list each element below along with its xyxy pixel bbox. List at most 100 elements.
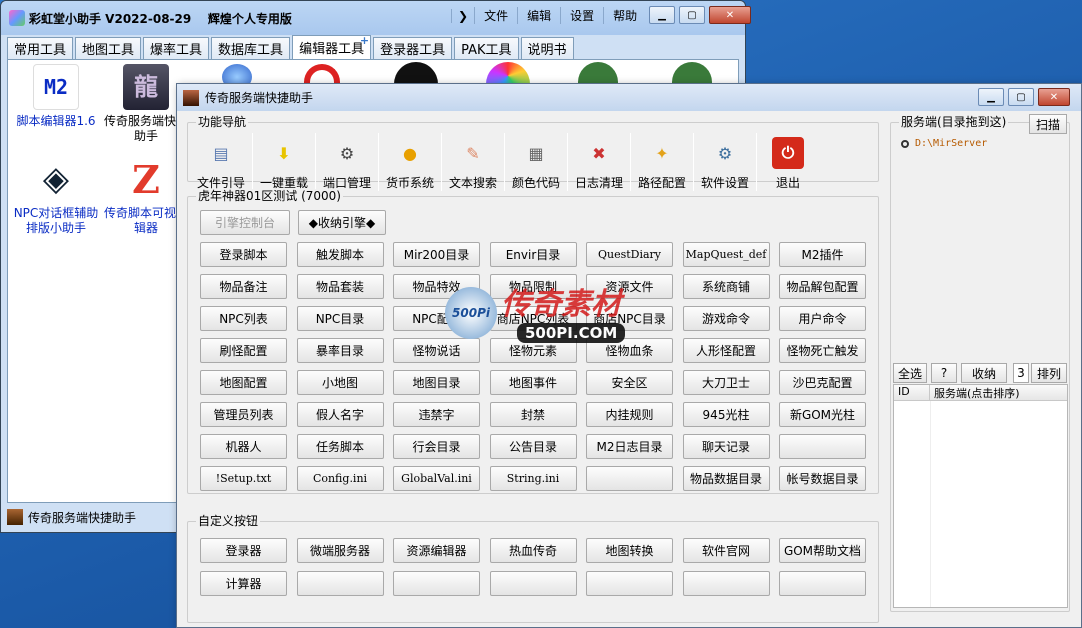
function-button[interactable]: 机器人 — [200, 434, 287, 459]
function-button[interactable]: 物品数据目录 — [682, 466, 770, 491]
function-button[interactable]: NPC目录 — [296, 306, 384, 331]
function-button[interactable]: 人形怪配置 — [682, 338, 770, 363]
function-button[interactable]: String.ini — [489, 466, 577, 491]
function-button[interactable]: !Setup.txt — [200, 466, 287, 491]
function-button[interactable]: GlobalVal.ini — [393, 466, 480, 491]
menu-settings[interactable]: 设置 — [560, 7, 603, 24]
tab-manual[interactable]: 说明书 — [520, 37, 574, 59]
function-button[interactable]: 暴率目录 — [296, 338, 384, 363]
custom-empty-button[interactable] — [586, 571, 673, 596]
tab-droprate-tools[interactable]: 爆率工具 — [143, 37, 210, 59]
function-button[interactable]: 游戏命令 — [682, 306, 770, 331]
collapse-list-button[interactable]: 收纳 — [961, 363, 1007, 383]
maximize-button[interactable]: ▢ — [679, 6, 705, 24]
custom-empty-button[interactable] — [296, 571, 384, 596]
custom-button[interactable]: GOM帮助文档 — [779, 538, 866, 563]
function-button[interactable]: 违禁字 — [393, 402, 480, 427]
custom-empty-button[interactable] — [682, 571, 770, 596]
function-button[interactable]: 商店NPC列表 — [489, 306, 577, 331]
tab-editor-tools[interactable]: 编辑器工具 + — [292, 34, 372, 59]
select-all-button[interactable]: 全选 — [893, 363, 927, 383]
function-button[interactable]: 945光柱 — [682, 402, 770, 427]
function-button[interactable]: 小地图 — [296, 370, 384, 395]
function-button[interactable]: 沙巴克配置 — [779, 370, 866, 395]
custom-button[interactable]: 地图转换 — [586, 538, 673, 563]
minimize-button[interactable]: ▁ — [649, 6, 675, 24]
function-button[interactable]: 登录脚本 — [200, 242, 287, 267]
custom-button[interactable]: 登录器 — [200, 538, 287, 563]
function-button[interactable]: 物品备注 — [200, 274, 287, 299]
function-button[interactable]: 假人名字 — [296, 402, 384, 427]
minimize-button[interactable]: ▁ — [978, 88, 1004, 106]
toolbar-button-10[interactable]: ⏻ 退出 — [757, 135, 819, 191]
function-button[interactable]: 公告目录 — [489, 434, 577, 459]
close-button[interactable]: ✕ — [709, 6, 751, 24]
custom-button[interactable]: 资源编辑器 — [393, 538, 480, 563]
function-empty-button[interactable] — [779, 434, 866, 459]
tab-add-icon[interactable]: + — [360, 34, 369, 47]
function-button[interactable]: 用户命令 — [779, 306, 866, 331]
toolbar-button-2[interactable]: ⬇ 一键重载 — [253, 135, 315, 191]
function-empty-button[interactable] — [586, 466, 673, 491]
toolbar-button-9[interactable]: ⚙ 软件设置 — [694, 135, 756, 191]
function-button[interactable]: MapQuest_def — [682, 242, 770, 267]
menu-chevron-icon[interactable]: ❯ — [451, 8, 474, 23]
function-button[interactable]: 地图目录 — [393, 370, 480, 395]
function-button[interactable]: 管理员列表 — [200, 402, 287, 427]
function-button[interactable]: Mir200目录 — [393, 242, 480, 267]
custom-empty-button[interactable] — [489, 571, 577, 596]
function-button[interactable]: 封禁 — [489, 402, 577, 427]
function-button[interactable]: 物品限制 — [489, 274, 577, 299]
function-button[interactable]: 行会目录 — [393, 434, 480, 459]
function-button[interactable]: 地图配置 — [200, 370, 287, 395]
function-button[interactable]: NPC配置 — [393, 306, 480, 331]
function-button[interactable]: 安全区 — [586, 370, 673, 395]
function-button[interactable]: 商店NPC目录 — [586, 306, 673, 331]
function-button[interactable]: 触发脚本 — [296, 242, 384, 267]
maximize-button[interactable]: ▢ — [1008, 88, 1034, 106]
close-button[interactable]: ✕ — [1038, 88, 1070, 106]
menu-help[interactable]: 帮助 — [603, 7, 646, 24]
custom-button[interactable]: 微端服务器 — [296, 538, 384, 563]
count-field[interactable]: 3 — [1013, 363, 1029, 383]
toolbar-button-4[interactable]: ● 货币系统 — [379, 135, 441, 191]
function-button[interactable]: 聊天记录 — [682, 434, 770, 459]
custom-button[interactable]: 热血传奇 — [489, 538, 577, 563]
menu-edit[interactable]: 编辑 — [517, 7, 560, 24]
function-button[interactable]: Envir目录 — [489, 242, 577, 267]
tab-common-tools[interactable]: 常用工具 — [7, 37, 74, 59]
help-button[interactable]: ? — [931, 363, 957, 383]
function-button[interactable]: M2日志目录 — [586, 434, 673, 459]
custom-empty-button[interactable] — [393, 571, 480, 596]
server-path-item[interactable]: D:\MirServer — [901, 138, 987, 149]
server-column-header[interactable]: 服务端(点击排序) — [930, 385, 1020, 400]
function-button[interactable]: 帐号数据目录 — [779, 466, 866, 491]
function-button[interactable]: QuestDiary — [586, 242, 673, 267]
tab-database-tools[interactable]: 数据库工具 — [211, 37, 291, 59]
function-button[interactable]: 怪物说话 — [393, 338, 480, 363]
function-button[interactable]: 系统商铺 — [682, 274, 770, 299]
function-button[interactable]: 大刀卫士 — [682, 370, 770, 395]
toolbar-button-3[interactable]: ⚙ 端口管理 — [316, 135, 378, 191]
toolbar-button-1[interactable]: ▤ 文件引导 — [190, 135, 252, 191]
collapse-engine-button[interactable]: ◆收纳引擎◆ — [298, 210, 386, 235]
function-button[interactable]: 物品套装 — [296, 274, 384, 299]
custom-button[interactable]: 软件官网 — [682, 538, 770, 563]
function-button[interactable]: 新GOM光柱 — [779, 402, 866, 427]
id-column-header[interactable]: ID — [894, 385, 930, 400]
function-button[interactable]: 内挂规则 — [586, 402, 673, 427]
function-button[interactable]: 刷怪配置 — [200, 338, 287, 363]
function-button[interactable]: 任务脚本 — [296, 434, 384, 459]
tab-map-tools[interactable]: 地图工具 — [75, 37, 142, 59]
tab-launcher-tools[interactable]: 登录器工具 — [373, 37, 453, 59]
toolbar-button-6[interactable]: ▦ 颜色代码 — [505, 135, 567, 191]
shortcut-npc-dialog[interactable]: ◈ NPC对话框辅助排版小助手 — [10, 156, 102, 236]
custom-empty-button[interactable] — [779, 571, 866, 596]
shortcut-script-editor[interactable]: M2 脚本编辑器1.6 — [10, 64, 102, 129]
sort-button[interactable]: 排列 — [1031, 363, 1067, 383]
engine-console-button[interactable]: 引擎控制台 — [200, 210, 290, 235]
toolbar-button-8[interactable]: ✦ 路径配置 — [631, 135, 693, 191]
tab-pak-tools[interactable]: PAK工具 — [454, 37, 519, 59]
function-button[interactable]: 地图事件 — [489, 370, 577, 395]
scan-button[interactable]: 扫描 — [1029, 114, 1067, 134]
